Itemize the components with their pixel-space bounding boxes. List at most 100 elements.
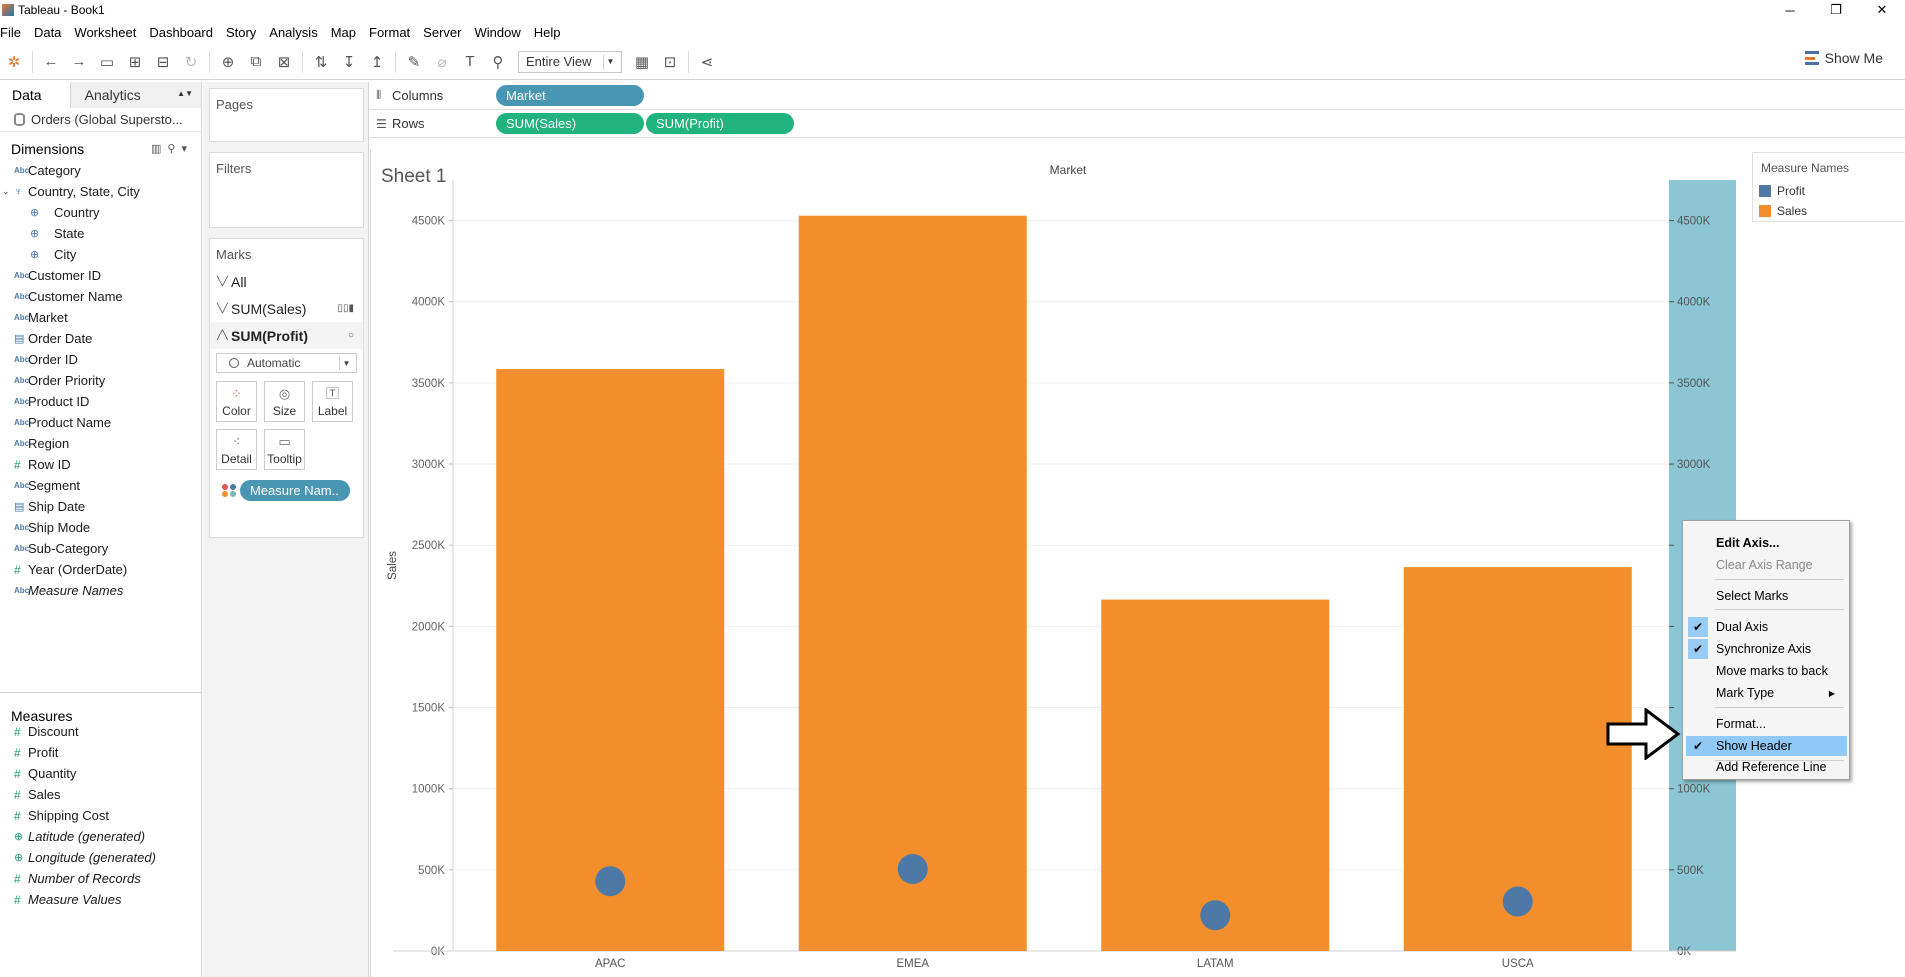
presentation-mode-icon[interactable]: ⊡: [656, 48, 684, 76]
field-item[interactable]: Abc Region: [0, 433, 201, 454]
marks-tab-all[interactable]: ╲╱ All: [210, 268, 363, 295]
highlight-icon[interactable]: ✎: [400, 48, 428, 76]
menu-dashboard[interactable]: Dashboard: [143, 25, 220, 40]
field-item[interactable]: ⊕ State: [0, 223, 201, 244]
clear-sheet-icon[interactable]: ⊠: [270, 48, 298, 76]
new-worksheet-icon[interactable]: ⊕: [214, 48, 242, 76]
menu-worksheet[interactable]: Worksheet: [68, 25, 143, 40]
field-item[interactable]: ⊕ City: [0, 244, 201, 265]
datasource-item[interactable]: Orders (Global Supersto...: [0, 108, 201, 132]
field-item[interactable]: # Measure Values: [0, 889, 201, 910]
label-icon[interactable]: T: [456, 48, 484, 76]
field-item[interactable]: Abc Order ID: [0, 349, 201, 370]
marks-tab-sum-sales[interactable]: ╲╱ SUM(Sales) ▯▯▮: [210, 295, 363, 322]
swap-rows-columns-icon[interactable]: ⇅: [307, 48, 335, 76]
detail-button[interactable]: ⁖ Detail: [216, 429, 257, 470]
field-item[interactable]: Abc Market: [0, 307, 201, 328]
marks-tab-sum-profit[interactable]: ╱╲ SUM(Profit) ○: [210, 322, 363, 349]
menu-item-dual-axis[interactable]: ✔ Dual Axis: [1686, 617, 1847, 637]
menu-map[interactable]: Map: [325, 25, 363, 40]
sort-ascending-icon[interactable]: ↧: [335, 48, 363, 76]
bar-sales[interactable]: [798, 215, 1027, 951]
dot-profit[interactable]: [1502, 886, 1533, 917]
sum-profit-pill[interactable]: SUM(Profit): [646, 113, 794, 134]
dot-profit[interactable]: [1200, 900, 1231, 931]
filters-card[interactable]: Filters: [209, 152, 364, 228]
bar-sales[interactable]: [496, 369, 725, 951]
sort-descending-icon[interactable]: ↥: [363, 48, 391, 76]
field-item[interactable]: ▤ Ship Date: [0, 496, 201, 517]
mark-type-select[interactable]: Automatic ▼: [216, 353, 357, 373]
market-pill[interactable]: Market: [496, 85, 644, 106]
duplicate-sheet-icon[interactable]: ⧉: [242, 48, 270, 76]
fit-select[interactable]: Entire View ▼: [518, 50, 622, 73]
legend-item-profit[interactable]: Profit: [1753, 181, 1905, 201]
new-datasource-icon[interactable]: ⊞: [121, 48, 149, 76]
restore-button[interactable]: ❐: [1813, 0, 1859, 20]
menu-data[interactable]: Data: [28, 25, 68, 40]
close-button[interactable]: ✕: [1859, 0, 1905, 20]
dot-profit[interactable]: [595, 866, 626, 897]
size-button[interactable]: ◎ Size: [264, 381, 305, 422]
tableau-icon[interactable]: ✲: [0, 48, 28, 76]
field-item[interactable]: Abc Customer ID: [0, 265, 201, 286]
menu-item-show-header[interactable]: ✔ Show Header: [1686, 736, 1847, 756]
show-cards-icon[interactable]: ▦: [628, 48, 656, 76]
minimize-button[interactable]: ─: [1767, 0, 1813, 20]
menu-item-mark-type[interactable]: Mark Type ▶: [1686, 683, 1847, 703]
color-button[interactable]: ⁘ Color: [216, 381, 257, 422]
field-item[interactable]: # Discount: [0, 721, 201, 742]
field-item[interactable]: Abc Order Priority: [0, 370, 201, 391]
field-item[interactable]: Abc Sub-Category: [0, 538, 201, 559]
field-item[interactable]: ⌄ ♆ Country, State, City: [0, 181, 201, 202]
redo-icon[interactable]: →: [65, 48, 93, 76]
columns-shelf[interactable]: ⦀ Columns Market: [370, 82, 1905, 110]
menu-story[interactable]: Story: [220, 25, 263, 40]
pages-card[interactable]: Pages: [209, 88, 364, 142]
field-item[interactable]: # Quantity: [0, 763, 201, 784]
legend-item-sales[interactable]: Sales: [1753, 201, 1905, 221]
menu-format[interactable]: Format: [363, 25, 417, 40]
tab-data[interactable]: Data: [0, 82, 70, 108]
sum-sales-pill[interactable]: SUM(Sales): [496, 113, 644, 134]
label-button[interactable]: 🅃 Label: [312, 381, 353, 422]
field-item[interactable]: # Year (OrderDate): [0, 559, 201, 580]
tab-analytics[interactable]: Analytics ▲▼: [69, 82, 201, 108]
field-item[interactable]: # Profit: [0, 742, 201, 763]
menu-item-add-reference-line[interactable]: Add Reference Line: [1686, 757, 1847, 777]
field-item[interactable]: ⊕ Latitude (generated): [0, 826, 201, 847]
menu-analysis[interactable]: Analysis: [263, 25, 324, 40]
field-item[interactable]: # Row ID: [0, 454, 201, 475]
dimensions-tools[interactable]: ▥⚲▾: [151, 142, 193, 155]
menu-item-format[interactable]: Format...: [1686, 714, 1847, 734]
field-item[interactable]: Abc Product ID: [0, 391, 201, 412]
field-item[interactable]: Abc Ship Mode: [0, 517, 201, 538]
field-item[interactable]: Abc Product Name: [0, 412, 201, 433]
menu-server[interactable]: Server: [417, 25, 468, 40]
field-item[interactable]: ▤ Order Date: [0, 328, 201, 349]
field-item[interactable]: # Shipping Cost: [0, 805, 201, 826]
field-item[interactable]: Abc Category: [0, 160, 201, 181]
show-me-button[interactable]: Show Me: [1804, 50, 1883, 66]
measure-names-color-pill[interactable]: Measure Nam..: [240, 480, 350, 501]
group-icon[interactable]: ⌀: [428, 48, 456, 76]
field-item[interactable]: ⊕ Longitude (generated): [0, 847, 201, 868]
field-item[interactable]: Abc Segment: [0, 475, 201, 496]
share-icon[interactable]: ⋖: [693, 48, 721, 76]
field-item[interactable]: # Sales: [0, 784, 201, 805]
field-item[interactable]: Abc Measure Names: [0, 580, 201, 601]
pause-updates-icon[interactable]: ⊟: [149, 48, 177, 76]
save-icon[interactable]: ▭: [93, 48, 121, 76]
refresh-icon[interactable]: ↻: [177, 48, 205, 76]
field-item[interactable]: # Number of Records: [0, 868, 201, 889]
menu-item-synchronize-axis[interactable]: ✔ Synchronize Axis: [1686, 639, 1847, 659]
dot-profit[interactable]: [897, 854, 928, 885]
menu-file[interactable]: File: [0, 25, 28, 40]
menu-help[interactable]: Help: [528, 25, 568, 40]
bar-sales[interactable]: [1101, 599, 1330, 951]
rows-shelf[interactable]: ☰ Rows SUM(Sales) SUM(Profit): [370, 110, 1905, 138]
dual-axis-chart[interactable]: Market 0K 500K 1000K 1500K 2000K 2500K 3000K 350…: [371, 150, 1747, 977]
pin-icon[interactable]: ⚲: [484, 48, 512, 76]
field-item[interactable]: ⊕ Country: [0, 202, 201, 223]
field-item[interactable]: Abc Customer Name: [0, 286, 201, 307]
